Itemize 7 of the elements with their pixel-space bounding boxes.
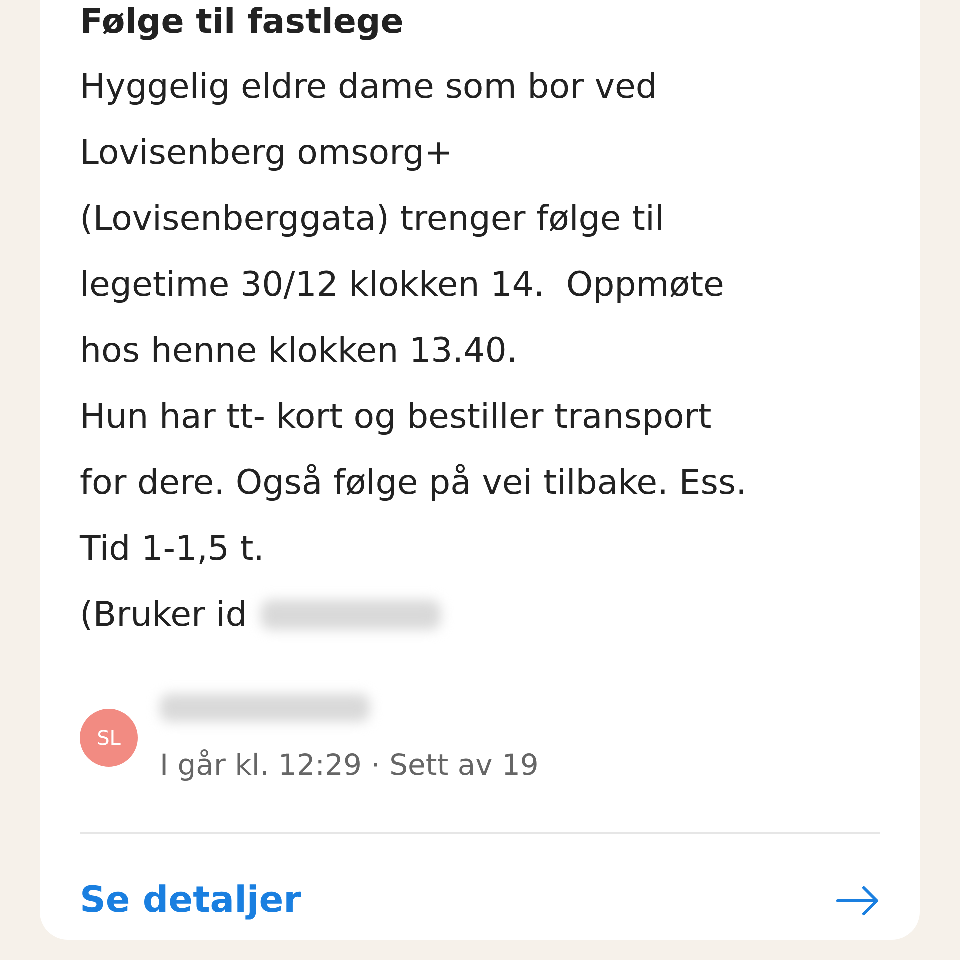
avatar: SL xyxy=(80,709,138,767)
post-title: Følge til fastlege xyxy=(80,1,405,44)
details-link[interactable]: Se detaljer xyxy=(80,880,880,921)
post-description: Hyggelig eldre dame som bor ved Lovisenberg omsorg+ (Lovisenberggata) trenger følge til legetime 30/12 klokken 14. Oppmøte hos henne klokken 13.40. Hun har tt- kort og bestiller transport for dere. Også følge på vei tilbake. Ess. Tid 1-1,5 t. xyxy=(80,66,748,571)
post-meta: I går kl. 12:29 · Sett av 19 xyxy=(160,748,539,782)
user-id-label: (Bruker id xyxy=(80,594,248,637)
arrow-right-icon xyxy=(836,886,880,916)
